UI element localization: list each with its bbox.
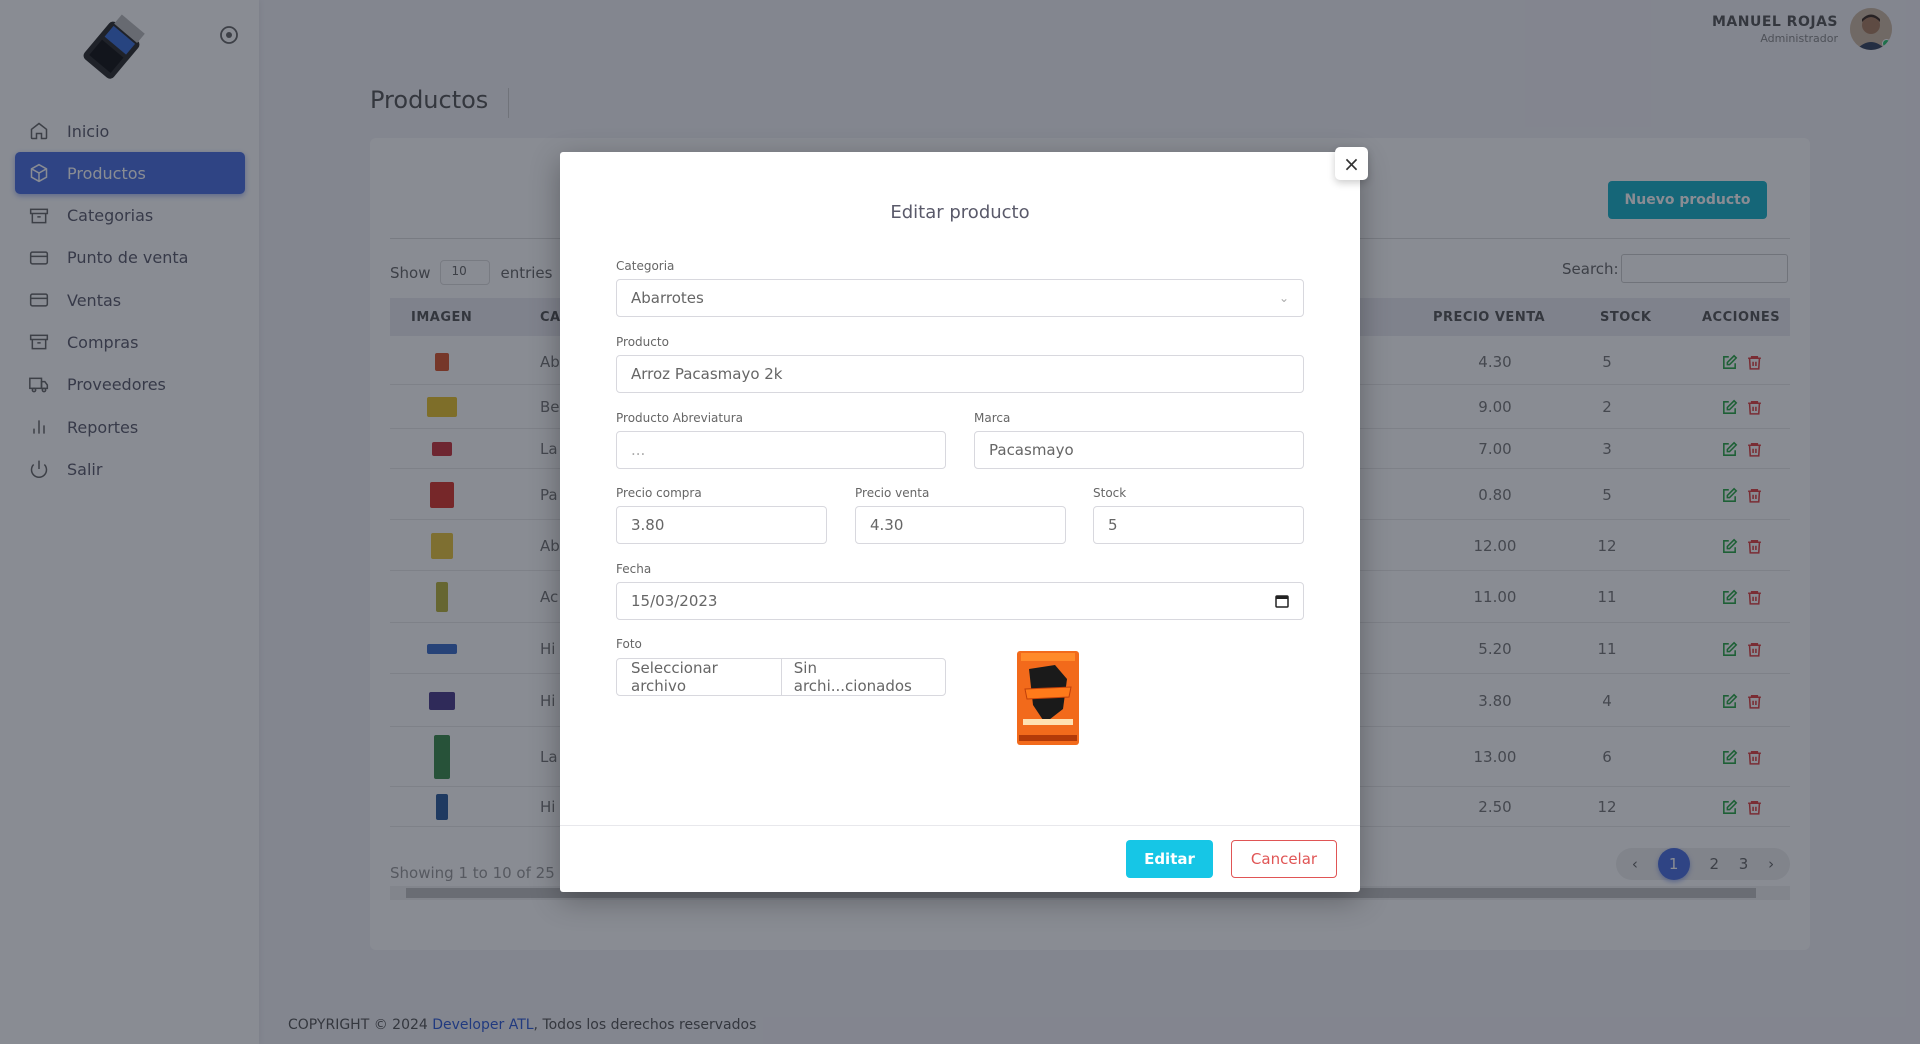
select-file-button[interactable]: Seleccionar archivo bbox=[631, 659, 782, 695]
marca-label: Marca bbox=[974, 411, 1011, 425]
precio-compra-label: Precio compra bbox=[616, 486, 702, 500]
precio-compra-input[interactable]: 3.80 bbox=[616, 506, 827, 544]
stock-input[interactable]: 5 bbox=[1093, 506, 1304, 544]
marca-input[interactable]: Pacasmayo bbox=[974, 431, 1304, 469]
edit-product-modal: Editar producto Categoria Abarrotes ⌄ Pr… bbox=[560, 152, 1360, 892]
fecha-value: 15/03/2023 bbox=[631, 592, 718, 610]
close-icon: × bbox=[1343, 151, 1360, 176]
precio-compra-value: 3.80 bbox=[631, 516, 665, 534]
foto-label: Foto bbox=[616, 637, 642, 651]
precio-venta-value: 4.30 bbox=[870, 516, 904, 534]
producto-value: Arroz Pacasmayo 2k bbox=[631, 365, 783, 383]
categoria-label: Categoria bbox=[616, 259, 675, 273]
chevron-down-icon: ⌄ bbox=[1278, 291, 1289, 305]
modal-title: Editar producto bbox=[890, 202, 1030, 223]
fecha-input[interactable]: 15/03/2023 bbox=[616, 582, 1304, 620]
abreviatura-placeholder: ... bbox=[631, 441, 646, 459]
categoria-select[interactable]: Abarrotes ⌄ bbox=[616, 279, 1304, 317]
edit-button[interactable]: Editar bbox=[1126, 840, 1213, 878]
cancel-button[interactable]: Cancelar bbox=[1231, 840, 1337, 878]
abreviatura-input[interactable]: ... bbox=[616, 431, 946, 469]
stock-label: Stock bbox=[1093, 486, 1127, 500]
producto-label: Producto bbox=[616, 335, 669, 349]
modal-close-button[interactable]: × bbox=[1335, 147, 1368, 180]
precio-venta-label: Precio venta bbox=[855, 486, 930, 500]
file-status: Sin archi...cionados bbox=[793, 659, 912, 695]
marca-value: Pacasmayo bbox=[989, 441, 1074, 459]
precio-venta-input[interactable]: 4.30 bbox=[855, 506, 1066, 544]
stock-value: 5 bbox=[1108, 516, 1118, 534]
modal-footer-divider bbox=[560, 825, 1360, 826]
producto-input[interactable]: Arroz Pacasmayo 2k bbox=[616, 355, 1304, 393]
product-image-rice-bag bbox=[1017, 651, 1079, 745]
calendar-icon[interactable] bbox=[1275, 594, 1289, 608]
categoria-value: Abarrotes bbox=[631, 289, 704, 307]
abreviatura-label: Producto Abreviatura bbox=[616, 411, 743, 425]
file-input[interactable]: Seleccionar archivo Sin archi...cionados bbox=[616, 658, 946, 696]
fecha-label: Fecha bbox=[616, 562, 652, 576]
